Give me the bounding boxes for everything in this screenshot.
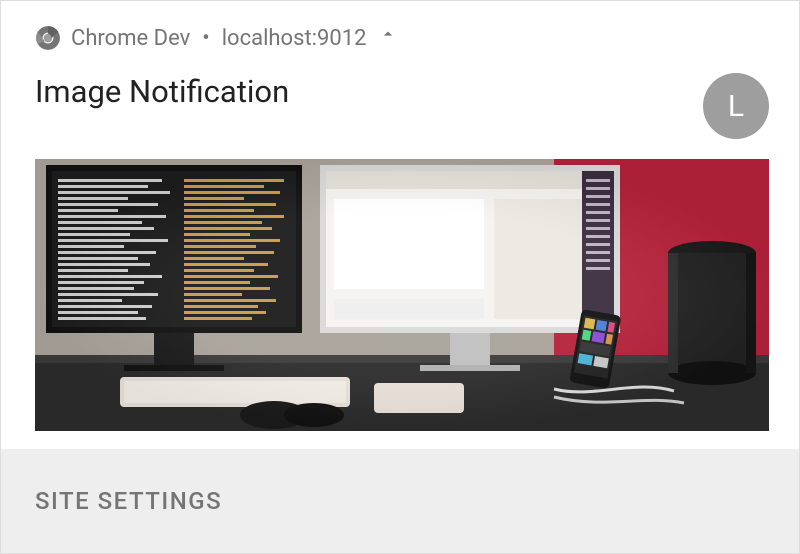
notification-actions: SITE SETTINGS	[1, 449, 799, 553]
app-badge: L	[703, 73, 769, 139]
title-row: Image Notification L	[1, 55, 799, 139]
chevron-up-icon[interactable]	[378, 24, 398, 49]
notification-header[interactable]: Chrome Dev • localhost:9012	[1, 1, 799, 55]
notification-card: Chrome Dev • localhost:9012 Image Notifi…	[1, 1, 799, 553]
notification-image-wrap	[1, 139, 799, 449]
app-name: Chrome Dev	[71, 26, 190, 51]
chrome-icon	[35, 25, 61, 51]
notification-origin: localhost:9012	[222, 26, 367, 51]
notification-title: Image Notification	[35, 73, 289, 110]
badge-letter: L	[728, 89, 744, 124]
separator-dot: •	[200, 26, 211, 51]
notification-image	[35, 159, 769, 431]
site-settings-button[interactable]: SITE SETTINGS	[35, 487, 222, 515]
